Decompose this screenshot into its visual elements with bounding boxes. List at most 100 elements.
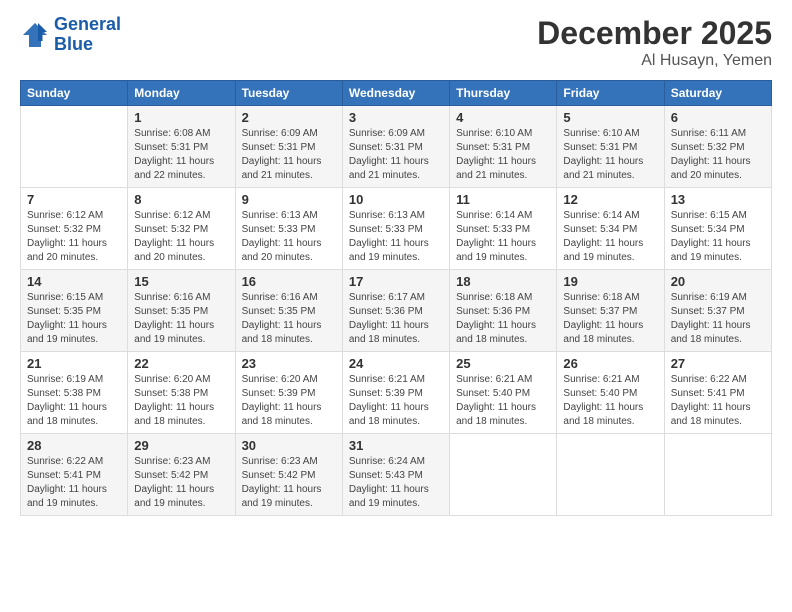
day-number: 3 xyxy=(349,110,443,125)
day-info: Sunrise: 6:14 AMSunset: 5:34 PMDaylight:… xyxy=(563,209,657,265)
week-row-1: 7Sunrise: 6:12 AMSunset: 5:32 PMDaylight… xyxy=(21,188,772,270)
calendar-cell: 2 Sunrise: 6:09 AMSunset: 5:31 PMDaylight… xyxy=(235,106,342,188)
calendar-cell: 25 Sunrise: 6:21 AMSunset: 5:40 PMDayligh… xyxy=(450,352,557,434)
day-info: Sunrise: 6:20 AMSunset: 5:39 PMDaylight:… xyxy=(242,373,336,429)
calendar-cell: 10 Sunrise: 6:13 AMSunset: 5:33 PMDayligh… xyxy=(342,188,449,270)
day-number: 16 xyxy=(242,274,336,289)
calendar-cell: 4 Sunrise: 6:10 AMSunset: 5:31 PMDaylight… xyxy=(450,106,557,188)
day-info: Sunrise: 6:18 AMSunset: 5:36 PMDaylight:… xyxy=(456,291,550,347)
calendar-cell: 20 Sunrise: 6:19 AMSunset: 5:37 PMDayligh… xyxy=(664,270,771,352)
calendar-cell: 7Sunrise: 6:12 AMSunset: 5:32 PMDaylight… xyxy=(21,188,128,270)
day-number: 29 xyxy=(134,438,228,453)
day-number: 14 xyxy=(27,274,121,289)
day-info: Sunrise: 6:20 AMSunset: 5:38 PMDaylight:… xyxy=(134,373,228,429)
calendar-cell: 22Sunrise: 6:20 AMSunset: 5:38 PMDayligh… xyxy=(128,352,235,434)
day-info: Sunrise: 6:09 AMSunset: 5:31 PMDaylight:… xyxy=(242,127,336,183)
day-number: 7 xyxy=(27,192,121,207)
day-number: 27 xyxy=(671,356,765,371)
day-info: Sunrise: 6:16 AMSunset: 5:35 PMDaylight:… xyxy=(134,291,228,347)
title-section: December 2025 Al Husayn, Yemen xyxy=(537,15,772,70)
day-number: 12 xyxy=(563,192,657,207)
day-info: Sunrise: 6:14 AMSunset: 5:33 PMDaylight:… xyxy=(456,209,550,265)
calendar-cell: 14Sunrise: 6:15 AMSunset: 5:35 PMDayligh… xyxy=(21,270,128,352)
col-monday: Monday xyxy=(128,81,235,106)
day-info: Sunrise: 6:10 AMSunset: 5:31 PMDaylight:… xyxy=(563,127,657,183)
calendar-cell: 27 Sunrise: 6:22 AMSunset: 5:41 PMDayligh… xyxy=(664,352,771,434)
day-info: Sunrise: 6:22 AMSunset: 5:41 PMDaylight:… xyxy=(27,455,121,511)
day-number: 10 xyxy=(349,192,443,207)
day-number: 21 xyxy=(27,356,121,371)
day-info: Sunrise: 6:23 AMSunset: 5:42 PMDaylight:… xyxy=(134,455,228,511)
day-number: 28 xyxy=(27,438,121,453)
month-title: December 2025 xyxy=(537,15,772,52)
day-number: 6 xyxy=(671,110,765,125)
week-row-3: 21 Sunrise: 6:19 AMSunset: 5:38 PMDayligh… xyxy=(21,352,772,434)
day-number: 4 xyxy=(456,110,550,125)
day-number: 30 xyxy=(242,438,336,453)
day-number: 11 xyxy=(456,192,550,207)
day-info: Sunrise: 6:11 AMSunset: 5:32 PMDaylight:… xyxy=(671,127,765,183)
day-info: Sunrise: 6:09 AMSunset: 5:31 PMDaylight:… xyxy=(349,127,443,183)
calendar-cell: 11 Sunrise: 6:14 AMSunset: 5:33 PMDayligh… xyxy=(450,188,557,270)
calendar-cell: 31 Sunrise: 6:24 AMSunset: 5:43 PMDayligh… xyxy=(342,434,449,516)
day-number: 2 xyxy=(242,110,336,125)
calendar-cell: 29 Sunrise: 6:23 AMSunset: 5:42 PMDayligh… xyxy=(128,434,235,516)
day-info: Sunrise: 6:15 AMSunset: 5:34 PMDaylight:… xyxy=(671,209,765,265)
day-number: 8 xyxy=(134,192,228,207)
calendar-cell: 3 Sunrise: 6:09 AMSunset: 5:31 PMDaylight… xyxy=(342,106,449,188)
day-number: 15 xyxy=(134,274,228,289)
calendar-cell: 8Sunrise: 6:12 AMSunset: 5:32 PMDaylight… xyxy=(128,188,235,270)
calendar-cell xyxy=(557,434,664,516)
day-number: 31 xyxy=(349,438,443,453)
day-info: Sunrise: 6:23 AMSunset: 5:42 PMDaylight:… xyxy=(242,455,336,511)
day-number: 5 xyxy=(563,110,657,125)
calendar-cell: 24 Sunrise: 6:21 AMSunset: 5:39 PMDayligh… xyxy=(342,352,449,434)
calendar-cell: 26 Sunrise: 6:21 AMSunset: 5:40 PMDayligh… xyxy=(557,352,664,434)
day-number: 18 xyxy=(456,274,550,289)
calendar-cell: 19 Sunrise: 6:18 AMSunset: 5:37 PMDayligh… xyxy=(557,270,664,352)
day-info: Sunrise: 6:21 AMSunset: 5:40 PMDaylight:… xyxy=(456,373,550,429)
day-number: 17 xyxy=(349,274,443,289)
page: General Blue December 2025 Al Husayn, Ye… xyxy=(0,0,792,612)
col-thursday: Thursday xyxy=(450,81,557,106)
day-info: Sunrise: 6:13 AMSunset: 5:33 PMDaylight:… xyxy=(242,209,336,265)
week-row-4: 28 Sunrise: 6:22 AMSunset: 5:41 PMDayligh… xyxy=(21,434,772,516)
day-number: 19 xyxy=(563,274,657,289)
day-info: Sunrise: 6:19 AMSunset: 5:38 PMDaylight:… xyxy=(27,373,121,429)
calendar-cell: 17Sunrise: 6:17 AMSunset: 5:36 PMDayligh… xyxy=(342,270,449,352)
calendar-cell xyxy=(664,434,771,516)
day-info: Sunrise: 6:19 AMSunset: 5:37 PMDaylight:… xyxy=(671,291,765,347)
calendar-cell: 21 Sunrise: 6:19 AMSunset: 5:38 PMDayligh… xyxy=(21,352,128,434)
day-info: Sunrise: 6:22 AMSunset: 5:41 PMDaylight:… xyxy=(671,373,765,429)
day-number: 20 xyxy=(671,274,765,289)
location: Al Husayn, Yemen xyxy=(537,52,772,70)
day-number: 25 xyxy=(456,356,550,371)
day-number: 13 xyxy=(671,192,765,207)
header: General Blue December 2025 Al Husayn, Ye… xyxy=(20,15,772,70)
calendar-cell: 13 Sunrise: 6:15 AMSunset: 5:34 PMDayligh… xyxy=(664,188,771,270)
calendar-cell xyxy=(21,106,128,188)
day-info: Sunrise: 6:10 AMSunset: 5:31 PMDaylight:… xyxy=(456,127,550,183)
logo-text: General Blue xyxy=(54,15,121,55)
calendar-body: 1Sunrise: 6:08 AMSunset: 5:31 PMDaylight… xyxy=(21,106,772,516)
calendar-cell: 9 Sunrise: 6:13 AMSunset: 5:33 PMDaylight… xyxy=(235,188,342,270)
calendar-cell xyxy=(450,434,557,516)
calendar-cell: 6 Sunrise: 6:11 AMSunset: 5:32 PMDaylight… xyxy=(664,106,771,188)
day-number: 9 xyxy=(242,192,336,207)
day-info: Sunrise: 6:21 AMSunset: 5:39 PMDaylight:… xyxy=(349,373,443,429)
col-friday: Friday xyxy=(557,81,664,106)
day-info: Sunrise: 6:24 AMSunset: 5:43 PMDaylight:… xyxy=(349,455,443,511)
day-info: Sunrise: 6:21 AMSunset: 5:40 PMDaylight:… xyxy=(563,373,657,429)
calendar-cell: 28 Sunrise: 6:22 AMSunset: 5:41 PMDayligh… xyxy=(21,434,128,516)
day-number: 23 xyxy=(242,356,336,371)
col-tuesday: Tuesday xyxy=(235,81,342,106)
calendar-cell: 23 Sunrise: 6:20 AMSunset: 5:39 PMDayligh… xyxy=(235,352,342,434)
day-info: Sunrise: 6:13 AMSunset: 5:33 PMDaylight:… xyxy=(349,209,443,265)
col-saturday: Saturday xyxy=(664,81,771,106)
calendar-cell: 30 Sunrise: 6:23 AMSunset: 5:42 PMDayligh… xyxy=(235,434,342,516)
day-number: 24 xyxy=(349,356,443,371)
day-number: 26 xyxy=(563,356,657,371)
calendar-cell: 5 Sunrise: 6:10 AMSunset: 5:31 PMDaylight… xyxy=(557,106,664,188)
calendar-cell: 1Sunrise: 6:08 AMSunset: 5:31 PMDaylight… xyxy=(128,106,235,188)
day-info: Sunrise: 6:18 AMSunset: 5:37 PMDaylight:… xyxy=(563,291,657,347)
